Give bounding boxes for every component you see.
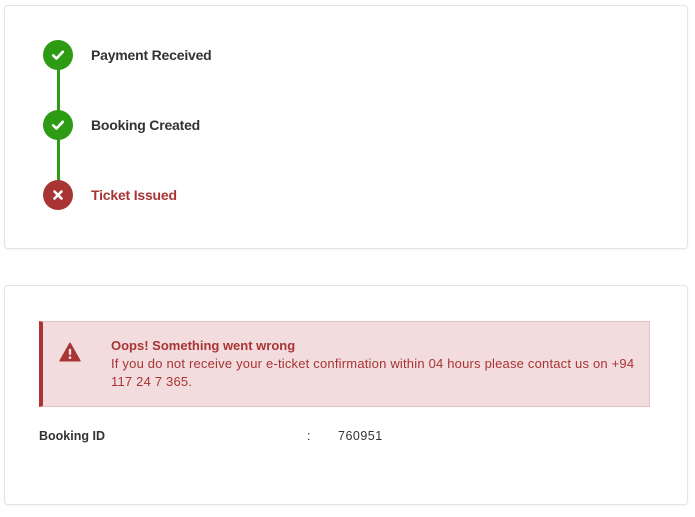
alert-title: Oops! Something went wrong — [111, 338, 296, 353]
alert-message: If you do not receive your e-ticket conf… — [111, 356, 635, 389]
progress-card: Payment Received Booking Created Ticket … — [5, 6, 687, 248]
warning-icon — [59, 342, 81, 367]
check-icon — [43, 40, 73, 70]
step-booking-created: Booking Created — [43, 109, 200, 141]
close-icon — [43, 180, 73, 210]
error-alert: Oops! Something went wrong If you do not… — [39, 321, 650, 407]
booking-id-label: Booking ID — [39, 429, 105, 443]
step-label: Booking Created — [91, 117, 201, 133]
check-icon — [43, 110, 73, 140]
step-label: Ticket Issued — [91, 187, 177, 203]
step-payment-received: Payment Received — [43, 39, 212, 71]
booking-result-card: Oops! Something went wrong If you do not… — [5, 286, 687, 504]
step-label: Payment Received — [91, 47, 212, 63]
booking-id-value: 760951 — [338, 429, 383, 443]
step-ticket-issued: Ticket Issued — [43, 179, 177, 211]
separator: : — [307, 429, 311, 443]
